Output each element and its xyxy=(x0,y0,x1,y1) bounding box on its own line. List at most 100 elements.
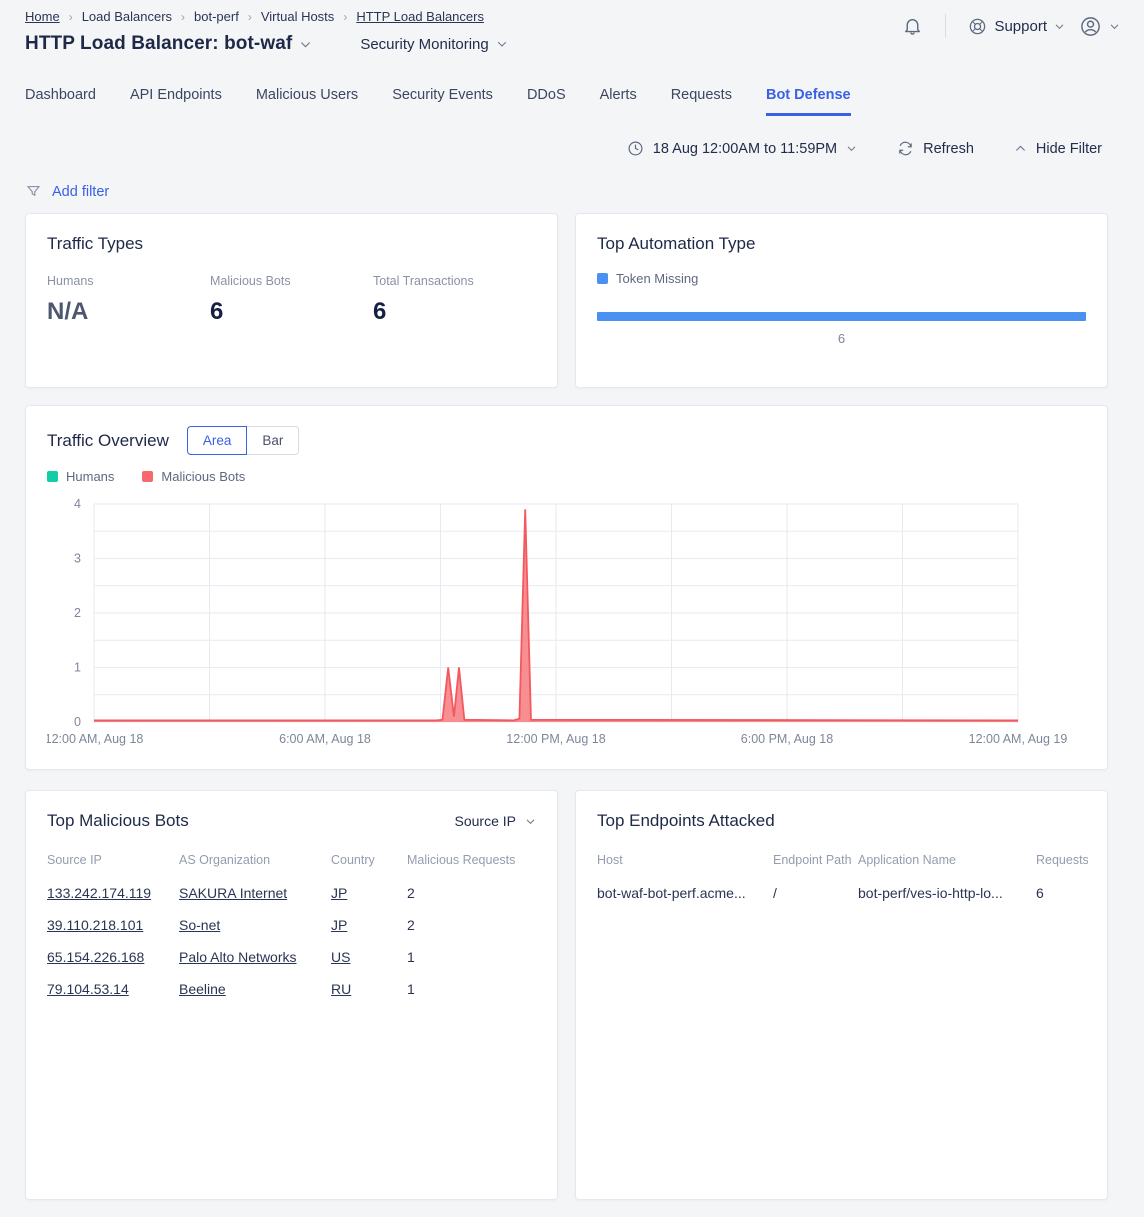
table-row: 133.242.174.119SAKURA InternetJP2 xyxy=(47,877,538,909)
tab-malicious-users[interactable]: Malicious Users xyxy=(256,79,358,116)
monitoring-context-select[interactable]: Security Monitoring xyxy=(360,36,507,53)
add-filter-button[interactable]: Add filter xyxy=(52,184,109,200)
top-malicious-bots-card: Top Malicious Bots Source IP Source IPAS… xyxy=(25,790,558,1200)
chart-type-toggle: Area Bar xyxy=(187,426,300,455)
automation-legend: Token Missing xyxy=(597,271,1086,286)
automation-bar-track xyxy=(597,312,1086,321)
x-axis-tick-label: 6:00 AM, Aug 18 xyxy=(279,732,371,746)
page: Home›Load Balancers›bot-perf›Virtual Hos… xyxy=(0,0,1144,1217)
table-cell: 2 xyxy=(407,909,538,941)
chevron-down-icon xyxy=(1109,21,1120,32)
filter-bar: 18 Aug 12:00AM to 11:59PM Refresh Hide F… xyxy=(0,140,1144,157)
breadcrumb-item: Load Balancers xyxy=(82,9,172,24)
y-axis-tick-label: 0 xyxy=(74,715,81,729)
x-axis-tick-label: 12:00 AM, Aug 19 xyxy=(969,732,1068,746)
table-cell: bot-perf/ves-io-http-lo... xyxy=(858,877,1036,909)
chevron-down-icon xyxy=(525,816,536,827)
hide-filter-label: Hide Filter xyxy=(1036,141,1102,157)
breadcrumb-item: Virtual Hosts xyxy=(261,9,334,24)
add-filter-row: Add filter xyxy=(0,183,1144,200)
automation-bar[interactable] xyxy=(597,312,1086,321)
tab-bar: Dashboard API Endpoints Malicious Users Sec… xyxy=(0,79,1144,116)
group-by-select[interactable]: Source IP xyxy=(455,813,536,829)
table-cell: 6 xyxy=(1036,877,1088,909)
card-title: Top Automation Type xyxy=(597,234,1086,254)
legend-label: Token Missing xyxy=(616,271,698,286)
y-axis-tick-label: 1 xyxy=(74,661,81,675)
chevron-down-icon xyxy=(846,143,857,154)
stats-row: Traffic Types Humans N/A Malicious Bots … xyxy=(0,213,1144,388)
legend-swatch xyxy=(597,273,608,284)
traffic-overview-chart-wrap: 0123412:00 AM, Aug 186:00 AM, Aug 1812:0… xyxy=(47,492,1086,753)
tab-bot-defense[interactable]: Bot Defense xyxy=(766,79,851,116)
y-axis-tick-label: 4 xyxy=(74,497,81,511)
card-title: Top Malicious Bots xyxy=(47,811,189,831)
malicious-bots-table: Source IPAS OrganizationCountryMalicious… xyxy=(47,847,538,1005)
tab-requests[interactable]: Requests xyxy=(671,79,732,116)
table-header-row: Top Malicious Bots Source IP xyxy=(47,811,536,831)
top-automation-type-card: Top Automation Type Token Missing 6 xyxy=(575,213,1108,388)
table-cell-link[interactable]: JP xyxy=(331,877,407,909)
stat-value: 6 xyxy=(373,298,536,326)
refresh-button[interactable]: Refresh xyxy=(897,140,974,157)
toggle-area-button[interactable]: Area xyxy=(187,426,248,455)
legend-item-humans[interactable]: Humans xyxy=(47,469,114,484)
table-cell-link[interactable]: 39.110.218.101 xyxy=(47,909,179,941)
notification-bell-icon[interactable] xyxy=(902,16,923,37)
table-header-cell: Source IP xyxy=(47,847,179,877)
traffic-type-stats: Humans N/A Malicious Bots 6 Total Transa… xyxy=(47,274,536,326)
breadcrumb-item: bot-perf xyxy=(194,9,239,24)
table-cell-link[interactable]: RU xyxy=(331,973,407,1005)
toggle-bar-button[interactable]: Bar xyxy=(246,426,299,455)
y-axis-tick-label: 2 xyxy=(74,606,81,620)
header-actions: Support xyxy=(902,14,1120,38)
stat-label: Malicious Bots xyxy=(210,274,373,288)
funnel-icon xyxy=(25,183,42,200)
table-cell-link[interactable]: JP xyxy=(331,909,407,941)
tab-dashboard[interactable]: Dashboard xyxy=(25,79,96,116)
stat-humans: Humans N/A xyxy=(47,274,210,326)
title-chevron-down-icon[interactable] xyxy=(299,38,312,51)
card-title: Top Endpoints Attacked xyxy=(597,811,775,831)
support-icon xyxy=(968,17,987,36)
table-cell: 2 xyxy=(407,877,538,909)
tab-security-events[interactable]: Security Events xyxy=(392,79,493,116)
tab-ddos[interactable]: DDoS xyxy=(527,79,566,116)
endpoints-attacked-table: HostEndpoint PathApplication NameRequest… xyxy=(597,847,1088,909)
support-menu[interactable]: Support xyxy=(968,17,1065,36)
tab-api-endpoints[interactable]: API Endpoints xyxy=(130,79,222,116)
stat-value: 6 xyxy=(210,298,373,326)
hide-filter-button[interactable]: Hide Filter xyxy=(1014,141,1102,157)
breadcrumb-separator: › xyxy=(181,10,185,24)
table-cell-link[interactable]: SAKURA Internet xyxy=(179,877,331,909)
table-cell-link[interactable]: 65.154.226.168 xyxy=(47,941,179,973)
table-cell-link[interactable]: Beeline xyxy=(179,973,331,1005)
page-title: HTTP Load Balancer: bot-waf xyxy=(25,33,292,55)
monitoring-context-label: Security Monitoring xyxy=(360,36,488,53)
x-axis-tick-label: 6:00 PM, Aug 18 xyxy=(741,732,833,746)
table-header-cell: Requests xyxy=(1036,847,1088,877)
tab-alerts[interactable]: Alerts xyxy=(600,79,637,116)
date-range-picker[interactable]: 18 Aug 12:00AM to 11:59PM xyxy=(627,140,857,157)
legend-item-malicious-bots[interactable]: Malicious Bots xyxy=(142,469,245,484)
breadcrumb-item[interactable]: HTTP Load Balancers xyxy=(356,9,484,24)
table-row: 79.104.53.14BeelineRU1 xyxy=(47,973,538,1005)
table-header-cell: Endpoint Path xyxy=(773,847,858,877)
table-cell-link[interactable]: 79.104.53.14 xyxy=(47,973,179,1005)
account-menu[interactable] xyxy=(1079,15,1120,38)
app-header: Home›Load Balancers›bot-perf›Virtual Hos… xyxy=(0,0,1144,55)
table-cell-link[interactable]: US xyxy=(331,941,407,973)
refresh-icon xyxy=(897,140,914,157)
table-cell-link[interactable]: Palo Alto Networks xyxy=(179,941,331,973)
table-cell-link[interactable]: 133.242.174.119 xyxy=(47,877,179,909)
stat-malicious-bots: Malicious Bots 6 xyxy=(210,274,373,326)
breadcrumb-item[interactable]: Home xyxy=(25,9,60,24)
header-divider xyxy=(945,14,946,38)
card-title: Traffic Types xyxy=(47,234,536,254)
top-endpoints-attacked-card: Top Endpoints Attacked HostEndpoint Path… xyxy=(575,790,1108,1200)
chevron-down-icon xyxy=(496,38,508,50)
table-header-cell: AS Organization xyxy=(179,847,331,877)
x-axis-tick-label: 12:00 AM, Aug 18 xyxy=(47,732,143,746)
table-cell-link[interactable]: So-net xyxy=(179,909,331,941)
x-axis-tick-label: 12:00 PM, Aug 18 xyxy=(506,732,605,746)
